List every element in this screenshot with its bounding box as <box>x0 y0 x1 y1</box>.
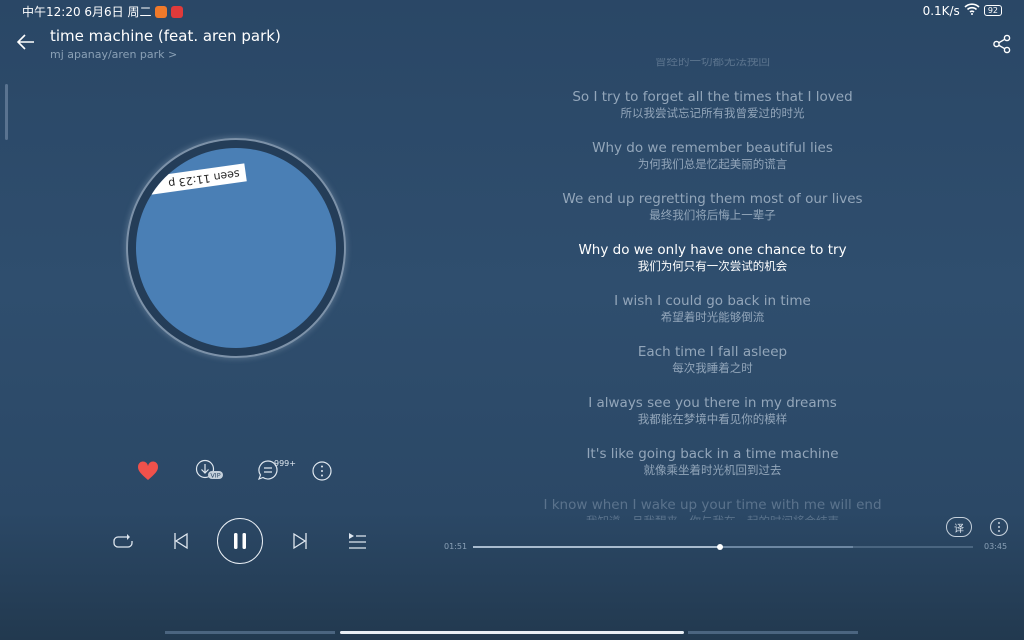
lyric-translation: 我们为何只有一次尝试的机会 <box>637 259 788 273</box>
lyric-english: Why do we only have one chance to try <box>578 242 847 258</box>
elapsed-time: 01:51 <box>444 542 468 551</box>
repeat-icon <box>113 534 133 548</box>
total-duration: 03:45 <box>984 542 1008 551</box>
lyric-english: I know when I wake up your time with me … <box>543 497 882 513</box>
lyric-english: We end up regretting them most of our li… <box>562 191 863 207</box>
back-button[interactable] <box>14 30 38 54</box>
lyrics-more-button[interactable] <box>989 517 1009 537</box>
scroll-indicator[interactable] <box>5 84 8 140</box>
lyric-line[interactable]: Why do we only have one chance to try 我们为… <box>430 241 995 292</box>
lyric-line[interactable]: Each time I fall asleep 每次我睡着之时 <box>430 343 995 394</box>
lyric-translation: 我知道一旦我醒来，你与我在一起的时间将会结束 <box>430 514 995 520</box>
status-bar-right: 0.1K/s 92 <box>923 3 1002 18</box>
lyric-line[interactable]: Why do we remember beautiful lies 为何我们总是忆… <box>430 139 995 190</box>
arrow-left-icon <box>16 34 34 50</box>
progress-slider[interactable] <box>473 544 973 550</box>
vip-badge: VIP <box>210 472 220 480</box>
lyric-translation: 希望着时光能够倒流 <box>660 310 765 324</box>
music-app-icon <box>171 5 184 18</box>
more-button[interactable] <box>311 460 333 482</box>
lyric-translation: 最终我们将后悔上一辈子 <box>649 208 776 222</box>
status-bar-left: 中午12:20 6月6日 周二 <box>22 3 184 20</box>
lyric-line[interactable]: It's like going back in a time machine 就像… <box>430 445 995 496</box>
lyric-translation: 我都能在梦境中看见你的模样 <box>637 412 788 426</box>
skip-previous-icon <box>174 532 188 550</box>
skip-next-icon <box>293 532 307 550</box>
lyric-translation: 曾经的一切都无法挽回 <box>655 58 770 68</box>
like-button[interactable] <box>136 460 160 482</box>
dock-divider-right <box>688 631 858 634</box>
home-indicator[interactable] <box>340 631 684 634</box>
more-vertical-icon <box>312 461 332 481</box>
playlist-button[interactable] <box>345 530 369 552</box>
lyric-line[interactable]: I always see you there in my dreams 我都能在梦… <box>430 394 995 445</box>
play-pause-button[interactable] <box>217 518 263 564</box>
download-button[interactable]: VIP <box>194 458 226 482</box>
played-bar <box>473 546 720 548</box>
more-vertical-icon <box>989 517 1009 537</box>
lyric-line[interactable]: I wish I could go back in time 希望着时光能够倒流 <box>430 292 995 343</box>
pause-icon <box>234 533 246 549</box>
lyric-english: Why do we remember beautiful lies <box>592 140 833 156</box>
battery-indicator: 92 <box>983 5 1002 16</box>
lyric-line[interactable]: 曾经的一切都无法挽回 <box>430 58 995 88</box>
song-title: time machine (feat. aren park) <box>50 27 281 45</box>
lyric-english: So I try to forget all the times that I … <box>572 89 853 105</box>
artist-link[interactable]: mj apanay/aren park > <box>50 48 177 61</box>
lyric-english: I wish I could go back in time <box>614 293 811 309</box>
lyric-translation: 就像乘坐着时光机回到过去 <box>643 463 782 477</box>
share-icon <box>993 34 1011 54</box>
progress-handle[interactable] <box>716 544 723 550</box>
wifi-icon <box>964 3 980 18</box>
lyric-english: It's like going back in a time machine <box>586 446 839 462</box>
comment-count: 999+ <box>274 459 296 468</box>
download-icon: VIP <box>195 459 223 480</box>
lyric-english: I always see you there in my dreams <box>588 395 837 411</box>
lyric-line[interactable]: I know when I wake up your time with me … <box>430 496 995 520</box>
share-button[interactable] <box>992 34 1012 54</box>
repeat-mode-button[interactable] <box>111 530 135 552</box>
lyrics-panel[interactable]: 曾经的一切都无法挽回 So I try to forget all the tim… <box>430 58 995 520</box>
translate-button[interactable]: 译 <box>946 517 972 537</box>
lyric-translation: 所以我尝试忘记所有我曾爱过的时光 <box>620 106 805 120</box>
album-disc: seen 11:23 p <box>128 140 344 356</box>
lyric-english: Each time I fall asleep <box>637 344 788 360</box>
playlist-icon <box>349 533 366 549</box>
dock-divider-left <box>165 631 335 634</box>
lyric-line[interactable]: We end up regretting them most of our li… <box>430 190 995 241</box>
previous-track-button[interactable] <box>170 530 192 552</box>
status-time: 中午12:20 6月6日 周二 <box>22 5 152 19</box>
video-app-icon <box>155 5 168 18</box>
network-speed: 0.1K/s <box>922 3 960 18</box>
next-track-button[interactable] <box>289 530 311 552</box>
heart-icon <box>137 461 159 480</box>
lyric-line[interactable]: So I try to forget all the times that I … <box>430 88 995 139</box>
lyric-translation: 为何我们总是忆起美丽的谎言 <box>637 157 788 171</box>
artwork-sticker: seen 11:23 p <box>149 163 247 195</box>
comments-button[interactable]: 999+ <box>257 458 297 482</box>
lyric-translation: 每次我睡着之时 <box>672 361 753 375</box>
album-artwork: seen 11:23 p <box>136 148 336 348</box>
